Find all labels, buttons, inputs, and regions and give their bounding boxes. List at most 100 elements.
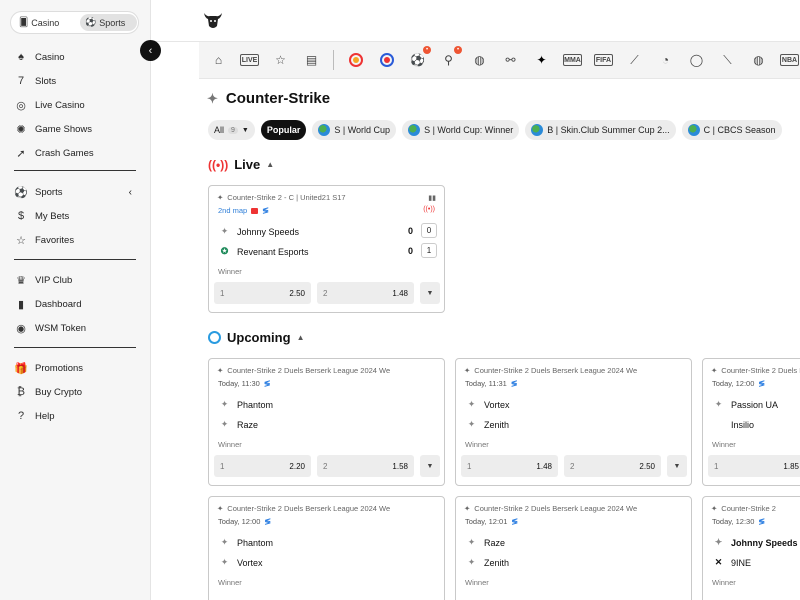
- filter-chip[interactable]: C | CBCS Season: [681, 120, 782, 140]
- upcoming-match-card[interactable]: ✦Counter-Strike 2 Duels Berserk League 2…: [455, 358, 692, 486]
- sidebar-item-crash-games[interactable]: ➚ Crash Games: [14, 141, 136, 165]
- sidebar-item-casino[interactable]: ♠ Casino: [14, 45, 136, 69]
- team-logo-icon: ✦: [220, 399, 229, 409]
- team-1: ✦ Raze: [465, 536, 505, 549]
- team-2: ✦ Zenith: [465, 556, 509, 569]
- team-name: Johnny Speeds: [731, 537, 798, 548]
- match-league-text: Counter-Strike 2 Duels Berserk League 20…: [227, 504, 391, 513]
- star-icon[interactable]: ☆: [271, 51, 290, 70]
- odd-value: 2.20: [289, 461, 305, 471]
- odd-button[interactable]: 2 1.58: [317, 455, 414, 477]
- team-logo-icon: ✦: [220, 226, 229, 236]
- upcoming-section-header[interactable]: Upcoming ▲: [208, 330, 304, 345]
- sidebar-item-buy-crypto[interactable]: ₿ Buy Crypto: [14, 380, 136, 404]
- odd-button[interactable]: 1 2.50: [214, 282, 311, 304]
- fifa-icon[interactable]: FIFA: [594, 54, 613, 66]
- copa-icon[interactable]: [377, 51, 396, 70]
- sidebar-item-help[interactable]: ? Help: [14, 404, 136, 428]
- ball-icon[interactable]: ◍: [749, 51, 768, 70]
- sidebar-item-game-shows[interactable]: ✺ Game Shows: [14, 117, 136, 141]
- sidebar-item-wsm-token[interactable]: ◉ WSM Token: [14, 316, 136, 340]
- match-league-text: Counter-Strike 2 - C | United21 S17: [227, 193, 346, 202]
- more-markets-button[interactable]: ▼: [667, 455, 687, 477]
- boost-icon: ≶: [758, 379, 766, 388]
- match-league: ✦Counter-Strike 2 Duels Berserk League 2…: [464, 504, 683, 513]
- euro-cup-icon[interactable]: [346, 51, 365, 70]
- odd-button[interactable]: 1 1.85: [708, 455, 800, 477]
- filter-chip-label: S | World Cup: Winner: [424, 125, 514, 135]
- sports-toggle-button[interactable]: ⚽ Sports: [80, 14, 137, 31]
- rocket-icon: ➚: [16, 147, 26, 160]
- soccer-icon[interactable]: ⚽ •: [408, 45, 431, 70]
- counter-strike-icon: ✦: [711, 504, 718, 513]
- sidebar-item-label: Game Shows: [35, 123, 93, 135]
- more-markets-button[interactable]: ▼: [420, 455, 440, 477]
- nba-icon[interactable]: NBA: [780, 54, 799, 66]
- filter-chip[interactable]: B | Skin.Club Summer Cup 2...: [525, 120, 676, 140]
- sidebar-item-label: My Bets: [35, 210, 70, 222]
- upcoming-match-card[interactable]: ✦Counter-Strike 2 Duels Berserk League 2…: [702, 358, 800, 486]
- match-league: ✦Counter-Strike 2 Duels Berserk League 2…: [217, 504, 436, 513]
- basketball-icon[interactable]: ◍: [470, 51, 489, 70]
- filter-chip[interactable]: S | World Cup: [312, 120, 397, 140]
- slots-icon: 7: [17, 75, 25, 87]
- more-markets-button[interactable]: ▼: [420, 282, 440, 304]
- counter-strike-icon[interactable]: ✦: [532, 51, 551, 70]
- live-section-header[interactable]: ((•)) Live ▲: [208, 157, 274, 172]
- sidebar-group-help: 🎁 Promotions ₿ Buy Crypto ? Help: [14, 356, 136, 428]
- upcoming-match-card[interactable]: ✦Counter-Strike 2 Duels Berserk League 2…: [208, 358, 445, 486]
- odd-button[interactable]: 2 1.48: [317, 282, 414, 304]
- sidebar-item-my-bets[interactable]: $ My Bets: [14, 204, 136, 228]
- sidebar-item-promotions[interactable]: 🎁 Promotions: [14, 356, 136, 380]
- live-icon[interactable]: LIVE: [240, 54, 259, 66]
- odd-button[interactable]: 1 1.48: [461, 455, 558, 477]
- all-filter-dropdown[interactable]: All 9 ▼: [208, 120, 255, 140]
- team-logo-icon: ✦: [714, 537, 723, 547]
- match-league: ✦Counter-Strike 2 Duels Berserk League 2…: [217, 366, 436, 375]
- team-2-map-score: 1: [421, 243, 437, 258]
- badminton-icon[interactable]: ⟋: [625, 51, 644, 70]
- popular-filter-chip[interactable]: Popular: [260, 120, 307, 140]
- upcoming-match-card[interactable]: ✦Counter-Strike 2 Duels Berserk League 2…: [208, 496, 445, 600]
- tennis-icon[interactable]: ⚲ •: [439, 45, 462, 70]
- betslip-icon[interactable]: ▤: [302, 51, 321, 70]
- odd-value: 2.50: [289, 288, 305, 298]
- hockey-icon[interactable]: ⚯: [501, 51, 520, 70]
- sidebar-item-dashboard[interactable]: ▮ Dashboard: [14, 292, 136, 316]
- stats-icon[interactable]: ▮▮: [428, 194, 436, 202]
- filter-chips: All 9 ▼ Popular S | World Cup S | World Cu…: [208, 120, 782, 140]
- sidebar-item-vip-club[interactable]: ♛ VIP Club: [14, 268, 136, 292]
- sidebar-item-slots[interactable]: 7 Slots: [14, 69, 136, 93]
- match-league-text: Counter-Strike 2 Duels Berserk League 20…: [474, 504, 638, 513]
- sidebar-divider: [14, 347, 136, 348]
- casino-toggle-button[interactable]: 🂠 Casino: [14, 14, 69, 31]
- sidebar-item-sports[interactable]: ⚽ Sports ‹: [14, 180, 136, 204]
- odd-label: 1: [220, 288, 225, 298]
- live-match-card[interactable]: ✦ Counter-Strike 2 - C | United21 S17 ▮▮ 2…: [208, 185, 445, 313]
- volleyball-icon[interactable]: ◯: [687, 51, 706, 70]
- upcoming-match-card[interactable]: ✦ Counter-Strike 2 Today, 12:30 ≶ ✦ Johnny …: [702, 496, 800, 600]
- counter-strike-icon: ✦: [711, 366, 718, 375]
- home-icon[interactable]: ⌂: [209, 51, 228, 70]
- filter-chip[interactable]: S | World Cup: Winner: [402, 120, 520, 140]
- mma-icon[interactable]: MMA: [563, 54, 582, 66]
- table-tennis-icon[interactable]: ◔: [656, 51, 675, 70]
- bets-icon: $: [17, 210, 25, 222]
- odd-button[interactable]: 1 2.20: [214, 455, 311, 477]
- upcoming-match-card[interactable]: ✦Counter-Strike 2 Duels Berserk League 2…: [455, 496, 692, 600]
- odd-button[interactable]: 2 2.50: [564, 455, 661, 477]
- cricket-icon[interactable]: ⟍: [718, 51, 737, 70]
- match-time-text: Today, 11:30: [218, 379, 260, 388]
- ball-icon: ⚽: [85, 17, 97, 27]
- market-label: Winner: [712, 440, 736, 449]
- team-2: ✕ 9INE: [712, 556, 751, 569]
- team-name: Passion UA: [731, 399, 779, 410]
- sports-category-bar: ⌂ LIVE ☆ ▤ ⚽ • ⚲ • ◍ ⚯ ✦ MMA FIFA ⟋ ◔ ◯ ⟍ …: [199, 42, 800, 79]
- collapse-sidebar-button[interactable]: ‹: [140, 40, 161, 61]
- stream-icon: [251, 207, 259, 214]
- bar-chart-icon: ▮: [17, 298, 25, 311]
- sidebar-item-live-casino[interactable]: ◎ Live Casino: [14, 93, 136, 117]
- filter-chip-label: B | Skin.Club Summer Cup 2...: [547, 125, 670, 135]
- sidebar-item-favorites[interactable]: ☆ Favorites: [14, 228, 136, 252]
- bull-logo-icon[interactable]: [202, 9, 224, 31]
